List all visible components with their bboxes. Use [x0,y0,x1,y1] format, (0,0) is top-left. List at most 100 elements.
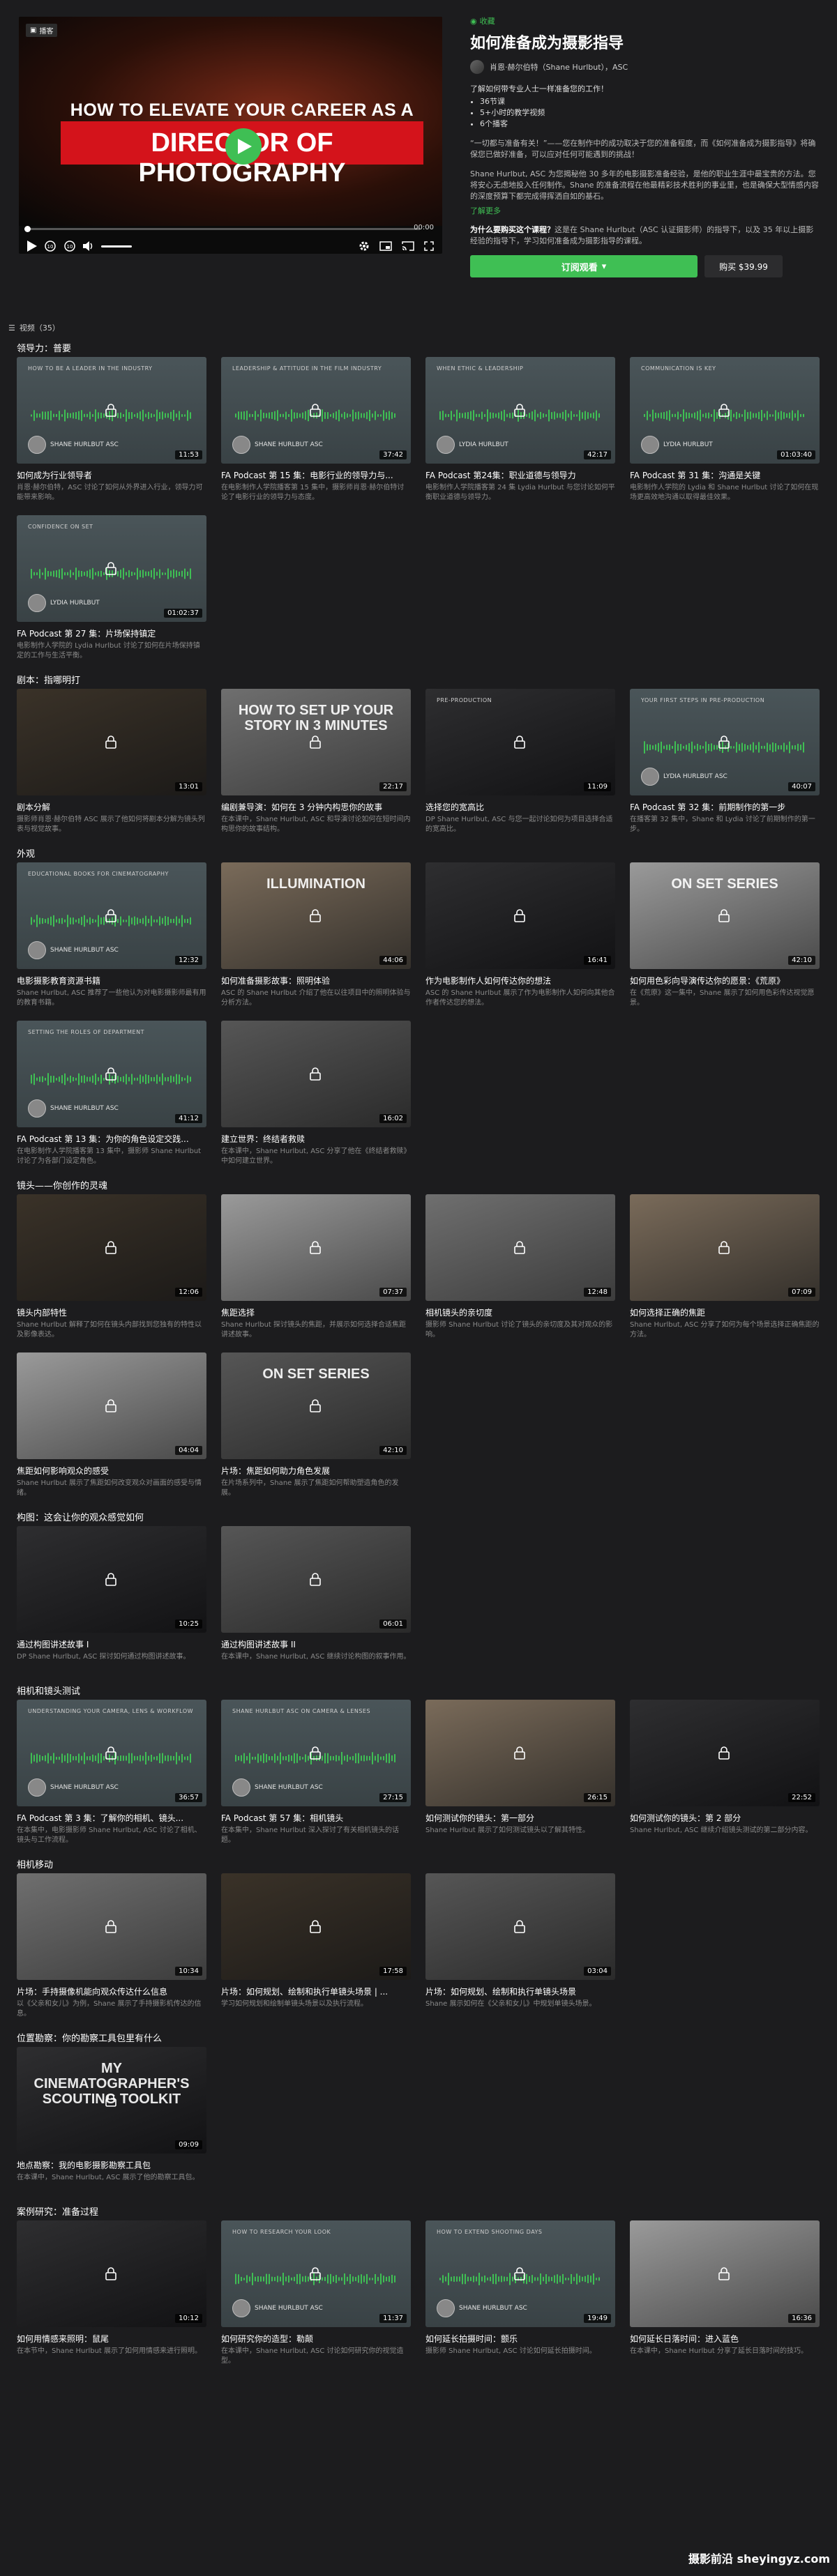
episode-thumbnail[interactable]: 12:06 [17,1194,206,1301]
episode-card[interactable]: 26:15 如何测试你的镜头：第一部分 Shane Hurlbut 展示了如何测试镜… [425,1700,615,1845]
play-button[interactable] [225,128,262,165]
episode-title[interactable]: FA Podcast 第24集：职业道德与领导力 [425,469,615,481]
episode-thumbnail[interactable]: 10:25 [17,1526,206,1633]
episode-thumbnail[interactable]: HOW TO SET UP YOUR STORY IN 3 MINUTES 22:… [221,689,411,795]
episode-thumbnail[interactable]: 07:37 [221,1194,411,1301]
episode-card[interactable]: HOW TO BE A LEADER IN THE INDUSTRY SHANE … [17,357,206,503]
episode-thumbnail[interactable]: 13:01 [17,689,206,795]
rewind-10-icon[interactable]: 10 [44,240,56,252]
episode-thumbnail[interactable]: 22:52 [630,1700,820,1806]
learn-more-link[interactable]: 了解更多 [470,205,819,216]
episode-card[interactable]: SHANE HURLBUT ASC ON CAMERA & LENSES SHAN… [221,1700,411,1845]
video-player[interactable]: ▣ 播客 HOW TO ELEVATE YOUR CAREER AS A DIR… [19,17,442,254]
episode-thumbnail[interactable]: 10:12 [17,2220,206,2327]
episode-card[interactable]: ON SET SERIES 42:10 如何用色彩向导演传达你的愿景：《荒原》 在《荒… [630,862,820,1008]
episode-title[interactable]: FA Podcast 第 3 集：了解你的相机、镜头... [17,1812,206,1824]
episode-card[interactable]: HOW TO EXTEND SHOOTING DAYS SHANE HURLBUT… [425,2220,615,2366]
episode-title[interactable]: 如何准备摄影故事：照明体验 [221,975,411,986]
pip-icon[interactable] [379,241,392,251]
episode-title[interactable]: 焦距选择 [221,1306,411,1318]
volume-slider[interactable] [101,245,132,247]
episode-title[interactable]: FA Podcast 第 57 集：相机镜头 [221,1812,411,1824]
episode-thumbnail[interactable]: 04:04 [17,1352,206,1459]
episode-thumbnail[interactable]: 16:02 [221,1021,411,1127]
play-small-icon[interactable] [27,241,37,252]
gear-icon[interactable] [359,241,370,252]
episode-thumbnail[interactable]: ILLUMINATION 44:06 [221,862,411,969]
episode-thumbnail[interactable]: PRE-PRODUCTION 11:09 [425,689,615,795]
episode-title[interactable]: 如何成为行业领导者 [17,469,206,481]
episode-card[interactable]: 16:36 如何延长日落时间：进入蓝色 在本课中，Shane Hurlbut 分享了… [630,2220,820,2366]
episode-thumbnail[interactable]: SETTING THE ROLES OF DEPARTMENT SHANE HUR… [17,1021,206,1127]
episode-thumbnail[interactable]: SHANE HURLBUT ASC ON CAMERA & LENSES SHAN… [221,1700,411,1806]
buy-button[interactable]: 购买 $39.99 [704,255,783,277]
episode-title[interactable]: 如何测试你的镜头：第 2 部分 [630,1812,820,1824]
episode-card[interactable]: 16:41 作为电影制作人如何传达你的想法 ASC 的 Shane Hurlbut … [425,862,615,1008]
episode-title[interactable]: 片场：焦距如何助力角色发展 [221,1465,411,1477]
episode-card[interactable]: CONFIDENCE ON SET LYDIA HURLBUT 01:02:37 FA… [17,515,206,661]
episode-thumbnail[interactable]: UNDERSTANDING YOUR CAMERA, LENS & WORKFL… [17,1700,206,1806]
episode-card[interactable]: MY CINEMATOGRAPHER'S SCOUTING TOOLKIT 09:… [17,2047,206,2193]
cast-icon[interactable] [402,241,414,251]
episode-title[interactable]: 选择您的宽高比 [425,801,615,813]
episode-title[interactable]: FA Podcast 第 27 集：片场保持镇定 [17,627,206,639]
episode-title[interactable]: 镜头内部特性 [17,1306,206,1318]
episode-title[interactable]: 建立世界：终结者救赎 [221,1133,411,1145]
episode-card[interactable]: 16:02 建立世界：终结者救赎 在本课中，Shane Hurlbut, ASC 分… [221,1021,411,1166]
episode-thumbnail[interactable]: MY CINEMATOGRAPHER'S SCOUTING TOOLKIT 09:… [17,2047,206,2154]
episode-title[interactable]: 片场：手持摄像机能向观众传达什么信息 [17,1986,206,1997]
episode-thumbnail[interactable]: COMMUNICATION IS KEY LYDIA HURLBUT 01:03:4… [630,357,820,464]
episode-title[interactable]: 地点勘察：我的电影摄影勘察工具包 [17,2159,206,2171]
episode-thumbnail[interactable]: 10:34 [17,1873,206,1980]
episode-title[interactable]: 如何研究你的造型：勒颠 [221,2333,411,2345]
episode-card[interactable]: UNDERSTANDING YOUR CAMERA, LENS & WORKFL… [17,1700,206,1845]
episode-thumbnail[interactable]: HOW TO RESEARCH YOUR LOOK SHANE HURLBUT A… [221,2220,411,2327]
episode-thumbnail[interactable]: 07:09 [630,1194,820,1301]
episode-title[interactable]: FA Podcast 第 13 集：为你的角色设定交践... [17,1133,206,1145]
episode-card[interactable]: 06:01 通过构图讲述故事 II 在本课中，Shane Hurlbut, ASC … [221,1526,411,1672]
subscribe-button[interactable]: 订阅观看 ▾ [470,255,698,277]
episode-thumbnail[interactable]: ON SET SERIES 42:10 [630,862,820,969]
episode-title[interactable]: 片场：如何规划、绘制和执行单镜头场景 | ... [221,1986,411,1997]
episode-card[interactable]: 17:58 片场：如何规划、绘制和执行单镜头场景 | ... 学习如何规划和绘制单镜… [221,1873,411,2019]
episode-title[interactable]: FA Podcast 第 32 集：前期制作的第一步 [630,801,820,813]
episode-card[interactable]: ILLUMINATION 44:06 如何准备摄影故事：照明体验 ASC 的 Shan… [221,862,411,1008]
episode-thumbnail[interactable]: CONFIDENCE ON SET LYDIA HURLBUT 01:02:37 [17,515,206,622]
episode-title[interactable]: 电影摄影教育资源书籍 [17,975,206,986]
course-author[interactable]: 肖恩·赫尔伯特（Shane Hurlbut），ASC [470,60,819,74]
episode-title[interactable]: 通过构图讲述故事 II [221,1638,411,1650]
episode-card[interactable]: 22:52 如何测试你的镜头：第 2 部分 Shane Hurlbut, ASC 继… [630,1700,820,1845]
episode-card[interactable]: 03:04 片场：如何规划、绘制和执行单镜头场景 Shane 展示如何在《父亲和女儿… [425,1873,615,2019]
episode-thumbnail[interactable]: 16:36 [630,2220,820,2327]
forward-10-icon[interactable]: 10 [63,240,76,252]
episode-thumbnail[interactable]: 12:48 [425,1194,615,1301]
episode-thumbnail[interactable]: 26:15 [425,1700,615,1806]
episode-title[interactable]: 如何延长拍摄时间：颤乐 [425,2333,615,2345]
episode-card[interactable]: YOUR FIRST STEPS IN PRE-PRODUCTION LYDIA … [630,689,820,834]
episode-thumbnail[interactable]: HOW TO EXTEND SHOOTING DAYS SHANE HURLBUT… [425,2220,615,2327]
episode-card[interactable]: 13:01 剧本分解 摄影师肖恩·赫尔伯特 ASC 展示了他如何将剧本分解为镜头列表… [17,689,206,834]
episode-card[interactable]: LEADERSHIP & ATTITUDE IN THE FILM INDUST… [221,357,411,503]
episode-card[interactable]: PRE-PRODUCTION 11:09 选择您的宽高比 DP Shane Hurlb… [425,689,615,834]
episode-card[interactable]: 10:34 片场：手持摄像机能向观众传达什么信息 以《父亲和女儿》为例，Shane … [17,1873,206,2019]
episode-card[interactable]: SETTING THE ROLES OF DEPARTMENT SHANE HUR… [17,1021,206,1166]
episode-thumbnail[interactable]: WHEN ETHIC & LEADERSHIP LYDIA HURLBUT 42:1… [425,357,615,464]
episode-thumbnail[interactable]: 16:41 [425,862,615,969]
episode-card[interactable]: ON SET SERIES 42:10 片场：焦距如何助力角色发展 在片场系列中，Sh… [221,1352,411,1498]
fullscreen-icon[interactable] [424,241,434,251]
episode-title[interactable]: FA Podcast 第 15 集：电影行业的领导力与... [221,469,411,481]
episode-thumbnail[interactable]: 17:58 [221,1873,411,1980]
episode-thumbnail[interactable]: 06:01 [221,1526,411,1633]
episode-thumbnail[interactable]: YOUR FIRST STEPS IN PRE-PRODUCTION LYDIA … [630,689,820,795]
episode-card[interactable]: HOW TO SET UP YOUR STORY IN 3 MINUTES 22:… [221,689,411,834]
episode-card[interactable]: 12:06 镜头内部特性 Shane Hurlbut 解释了如何在镜头内部找到您独有… [17,1194,206,1340]
episode-title[interactable]: 编剧兼导演：如何在 3 分钟内构思你的故事 [221,801,411,813]
episode-title[interactable]: 如何延长日落时间：进入蓝色 [630,2333,820,2345]
episode-title[interactable]: 通过构图讲述故事 I [17,1638,206,1650]
episode-title[interactable]: 如何测试你的镜头：第一部分 [425,1812,615,1824]
episode-card[interactable]: COMMUNICATION IS KEY LYDIA HURLBUT 01:03:4… [630,357,820,503]
breadcrumb[interactable]: ◉ 收藏 [470,15,819,26]
episode-thumbnail[interactable]: LEADERSHIP & ATTITUDE IN THE FILM INDUST… [221,357,411,464]
episode-title[interactable]: 剧本分解 [17,801,206,813]
episode-card[interactable]: WHEN ETHIC & LEADERSHIP LYDIA HURLBUT 42:1… [425,357,615,503]
